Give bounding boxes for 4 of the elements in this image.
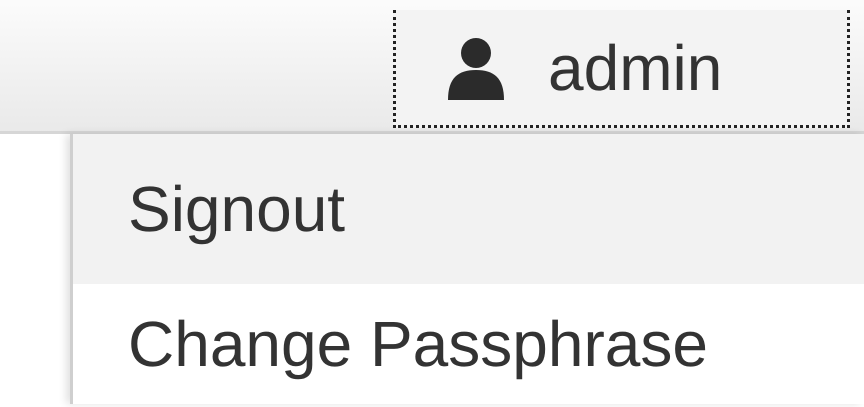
menu-item[interactable]: Change Passphrase [73,284,864,404]
user-icon [446,36,506,100]
user-menu-button[interactable]: admin [393,10,850,128]
menu-item[interactable]: Signout [73,134,864,284]
